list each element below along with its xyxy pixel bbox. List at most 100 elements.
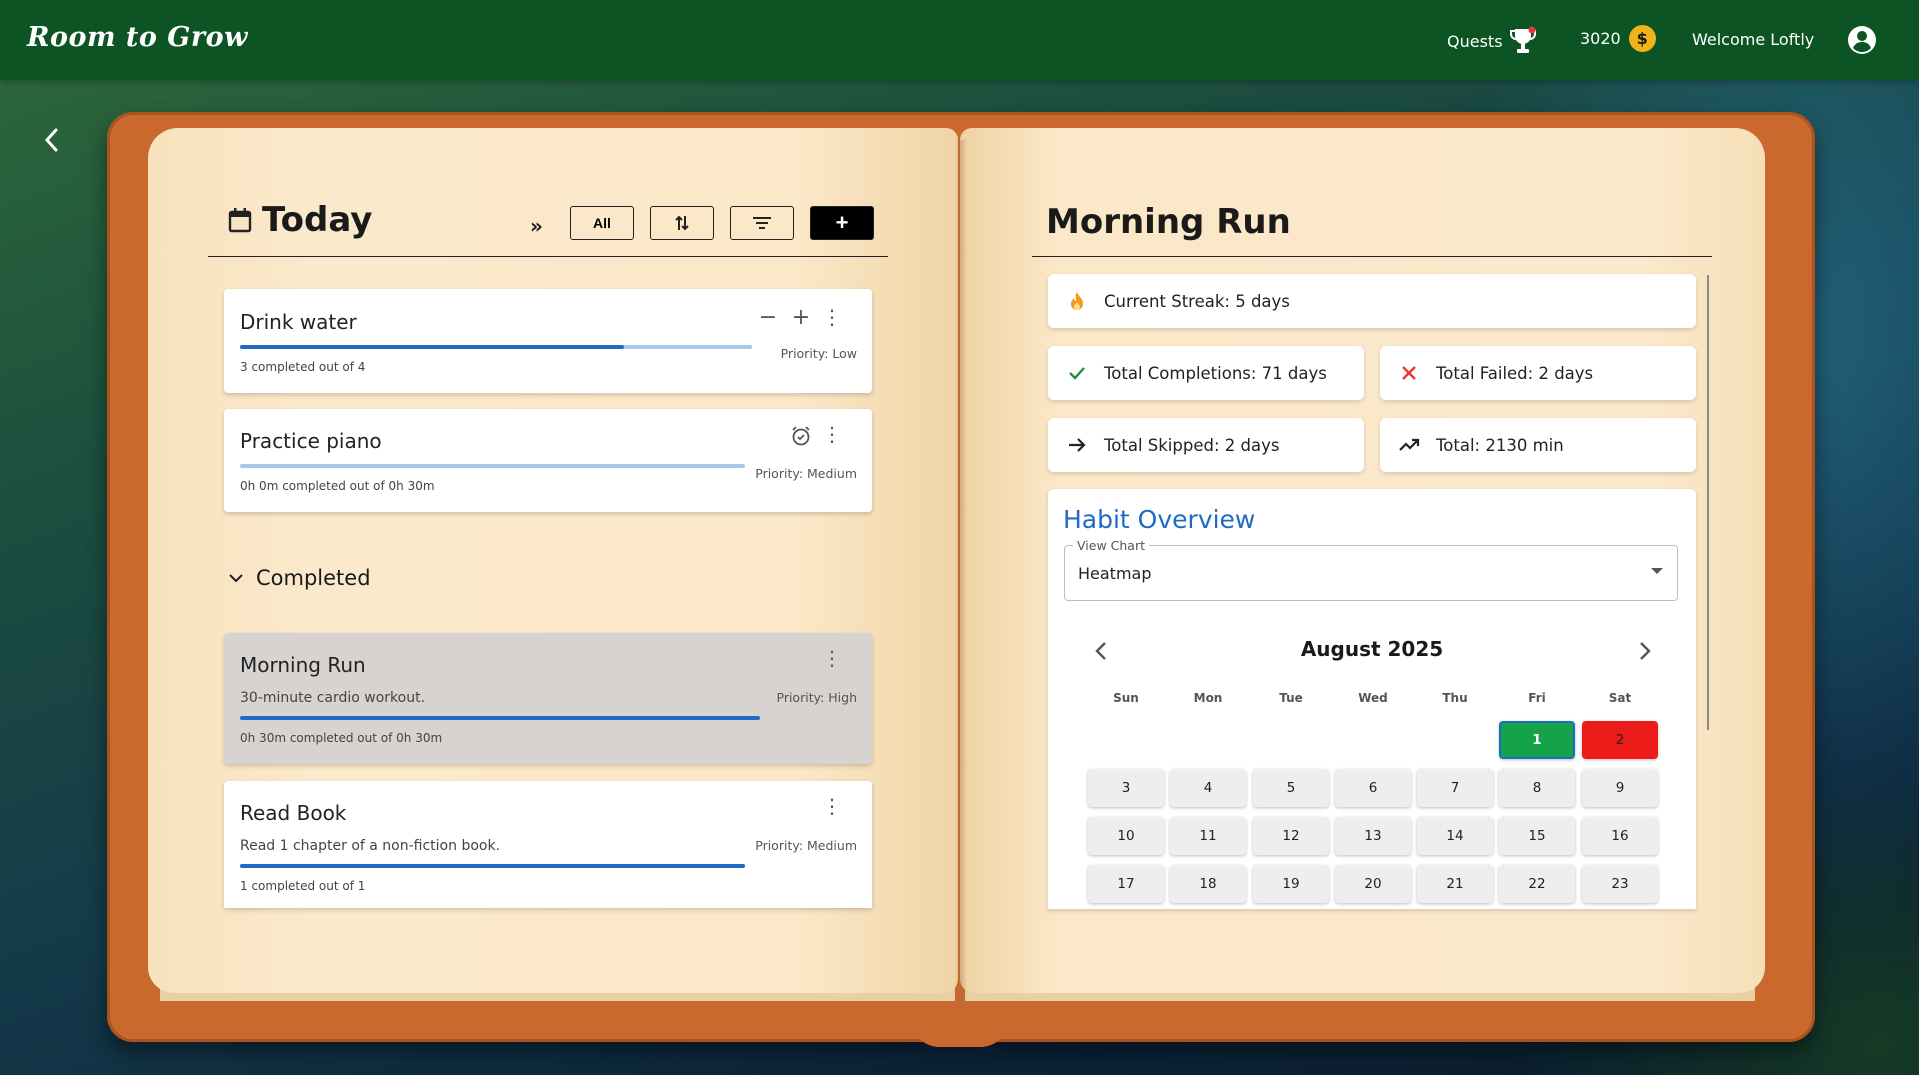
filter-all-button[interactable]: All (570, 206, 634, 240)
calendar-day[interactable]: 19 (1253, 865, 1329, 903)
task-priority: Priority: High (776, 690, 858, 705)
today-title-text: Today (262, 200, 373, 240)
calendar-day[interactable]: 16 (1582, 817, 1658, 855)
task-progress-text: 0h 0m completed out of 0h 30m (240, 479, 435, 493)
task-description: 30-minute cardio workout. (240, 690, 426, 706)
book-cover-tab (910, 1012, 1010, 1047)
add-task-button[interactable]: + (810, 206, 874, 240)
close-icon (1402, 366, 1416, 380)
task-title: Drink water (240, 310, 357, 334)
weekday-label: Fri (1528, 691, 1546, 705)
next-month-icon[interactable] (1630, 637, 1658, 665)
task-priority: Priority: Low (780, 346, 857, 361)
stat-text: Current Streak: 5 days (1104, 291, 1290, 311)
stat-total-minutes: Total: 2130 min (1380, 418, 1696, 472)
check-icon (1069, 367, 1085, 380)
calendar-day[interactable]: 23 (1582, 865, 1658, 903)
calendar-day[interactable]: 21 (1417, 865, 1493, 903)
calendar-day[interactable]: 7 (1417, 769, 1493, 807)
calendar-day[interactable]: 8 (1499, 769, 1575, 807)
scrollbar[interactable] (1707, 275, 1709, 730)
calendar-icon (228, 208, 252, 233)
task-card-read-book[interactable]: Read Book ⋮ Read 1 chapter of a non-fict… (224, 781, 872, 908)
coin-balance: 3020 $ (1580, 25, 1656, 52)
weekday-label: Sun (1113, 691, 1139, 705)
weekday-label: Wed (1358, 691, 1388, 705)
more-vertical-icon[interactable]: ⋮ (821, 794, 843, 818)
progress-bar (240, 345, 752, 349)
detail-title: Morning Run (1046, 202, 1291, 242)
view-chart-select[interactable]: View Chart Heatmap (1064, 538, 1678, 601)
task-title: Morning Run (240, 653, 366, 677)
welcome-text: Welcome Loftly (1692, 30, 1815, 49)
plus-icon[interactable]: + (790, 305, 812, 330)
progress-bar (240, 864, 745, 868)
calendar-day[interactable]: 10 (1088, 817, 1164, 855)
quests-label: Quests (1447, 31, 1503, 51)
book-spine (955, 140, 967, 1000)
habit-overview-title: Habit Overview (1063, 505, 1256, 534)
stat-current-streak: Current Streak: 5 days (1048, 274, 1696, 328)
calendar-day[interactable]: 12 (1253, 817, 1329, 855)
top-navbar: Room to Grow Quests 3020 $ Welcome Loftl… (0, 0, 1919, 80)
coin-count: 3020 (1580, 29, 1621, 48)
task-priority: Priority: Medium (755, 466, 857, 481)
calendar-day[interactable]: 5 (1253, 769, 1329, 807)
task-card-morning-run[interactable]: Morning Run ⋮ 30-minute cardio workout. … (224, 633, 872, 764)
weekday-label: Thu (1442, 691, 1468, 705)
stat-total-skipped: Total Skipped: 2 days (1048, 418, 1364, 472)
today-header: Today » All + (208, 200, 888, 257)
calendar-day[interactable]: 4 (1170, 769, 1246, 807)
weekday-label: Tue (1279, 691, 1303, 705)
chevron-down-icon (229, 574, 243, 583)
double-chevron-icon[interactable]: » (530, 214, 543, 238)
task-card-practice-piano[interactable]: Practice piano ⋮ Priority: Medium 0h 0m … (224, 409, 872, 512)
sort-arrows-icon (675, 215, 689, 231)
calendar-day[interactable]: 14 (1417, 817, 1493, 855)
stat-text: Total Completions: 71 days (1104, 363, 1327, 383)
task-priority: Priority: Medium (755, 838, 857, 853)
select-label: View Chart (1073, 538, 1149, 553)
calendar-day[interactable]: 9 (1582, 769, 1658, 807)
calendar-day[interactable]: 18 (1170, 865, 1246, 903)
progress-bar (240, 716, 760, 720)
calendar-day[interactable]: 11 (1170, 817, 1246, 855)
task-card-drink-water[interactable]: Drink water − + ⋮ Priority: Low 3 comple… (224, 289, 872, 393)
calendar-day[interactable]: 2 (1582, 721, 1658, 759)
more-vertical-icon[interactable]: ⋮ (821, 422, 843, 446)
calendar-day[interactable]: 1 (1499, 721, 1575, 759)
account-circle-icon[interactable] (1847, 25, 1877, 55)
completed-section-toggle[interactable]: Completed (228, 566, 371, 590)
weekday-label: Sat (1608, 691, 1632, 705)
calendar-day[interactable]: 22 (1499, 865, 1575, 903)
task-progress-text: 0h 30m completed out of 0h 30m (240, 731, 443, 745)
brand-logo[interactable]: Room to Grow (27, 22, 248, 53)
calendar-day[interactable]: 20 (1335, 865, 1411, 903)
progress-fill (240, 716, 760, 720)
stat-text: Total Skipped: 2 days (1104, 435, 1280, 455)
weekday-label: Mon (1193, 691, 1223, 705)
coin-icon: $ (1628, 25, 1656, 52)
trending-up-icon (1399, 438, 1420, 451)
arrow-right-icon (1069, 438, 1086, 452)
task-title: Practice piano (240, 429, 382, 453)
more-vertical-icon[interactable]: ⋮ (821, 305, 843, 329)
calendar-month: August 2025 (1300, 637, 1444, 661)
calendar-day[interactable]: 17 (1088, 865, 1164, 903)
select-value: Heatmap (1078, 564, 1152, 583)
task-progress-text: 1 completed out of 1 (240, 879, 366, 893)
more-vertical-icon[interactable]: ⋮ (821, 646, 843, 670)
alarm-clock-icon[interactable] (790, 425, 812, 447)
calendar-day[interactable]: 6 (1335, 769, 1411, 807)
sort-button[interactable] (650, 206, 714, 240)
trophy-icon (1509, 26, 1536, 53)
filter-button[interactable] (730, 206, 794, 240)
progress-bar (240, 464, 745, 468)
calendar-day[interactable]: 3 (1088, 769, 1164, 807)
quests-link[interactable]: Quests (1447, 26, 1537, 56)
back-chevron-icon[interactable] (40, 125, 64, 155)
minus-icon[interactable]: − (757, 305, 779, 330)
caret-down-icon (1651, 568, 1663, 574)
calendar-day[interactable]: 15 (1499, 817, 1575, 855)
calendar-day[interactable]: 13 (1335, 817, 1411, 855)
